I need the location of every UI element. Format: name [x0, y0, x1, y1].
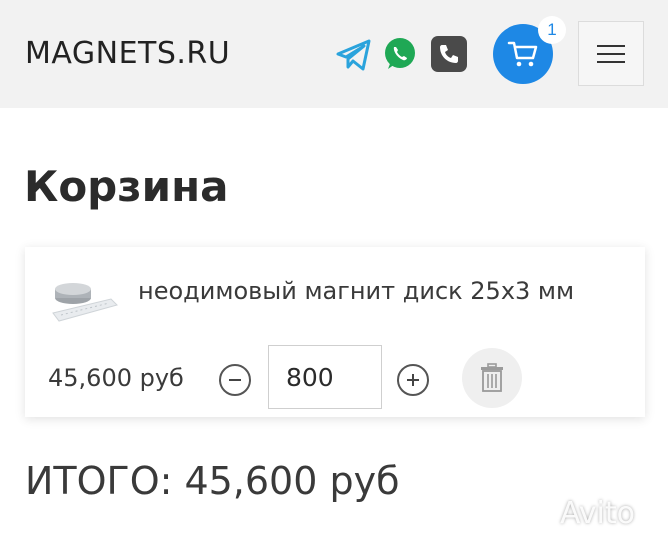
trash-icon: [481, 363, 503, 392]
cart-icon: [507, 41, 538, 67]
product-thumbnail[interactable]: [49, 269, 119, 323]
cart-count-badge: 1: [538, 16, 566, 44]
whatsapp-button[interactable]: [382, 36, 418, 72]
remove-item-button[interactable]: [462, 348, 522, 408]
phone-button[interactable]: [431, 36, 467, 72]
minus-icon: [229, 379, 241, 381]
item-price: 45,600 руб: [48, 364, 184, 392]
plus-icon: [407, 374, 419, 386]
product-name[interactable]: неодимовый магнит диск 25x3 мм: [138, 277, 574, 305]
avito-watermark: Avito: [560, 496, 635, 531]
order-total: ИТОГО: 45,600 руб: [25, 459, 400, 503]
cart-item: неодимовый магнит диск 25x3 мм 45,600 ру…: [25, 247, 645, 417]
hamburger-menu-icon: [597, 44, 625, 63]
increase-quantity-button[interactable]: [397, 364, 429, 396]
decrease-quantity-button[interactable]: [219, 364, 251, 396]
total-label: ИТОГО:: [25, 459, 173, 503]
site-logo[interactable]: MAGNETS.RU: [25, 36, 230, 71]
quantity-input[interactable]: [268, 345, 382, 409]
whatsapp-icon: [385, 38, 415, 69]
magnet-disc-image: [52, 283, 118, 322]
phone-icon: [440, 45, 458, 63]
telegram-button[interactable]: [335, 36, 373, 74]
telegram-icon: [336, 39, 371, 71]
total-value: 45,600 руб: [184, 459, 400, 503]
page-title: Корзина: [24, 162, 229, 211]
site-header: MAGNETS.RU 1: [0, 0, 668, 108]
menu-button[interactable]: [578, 21, 644, 86]
